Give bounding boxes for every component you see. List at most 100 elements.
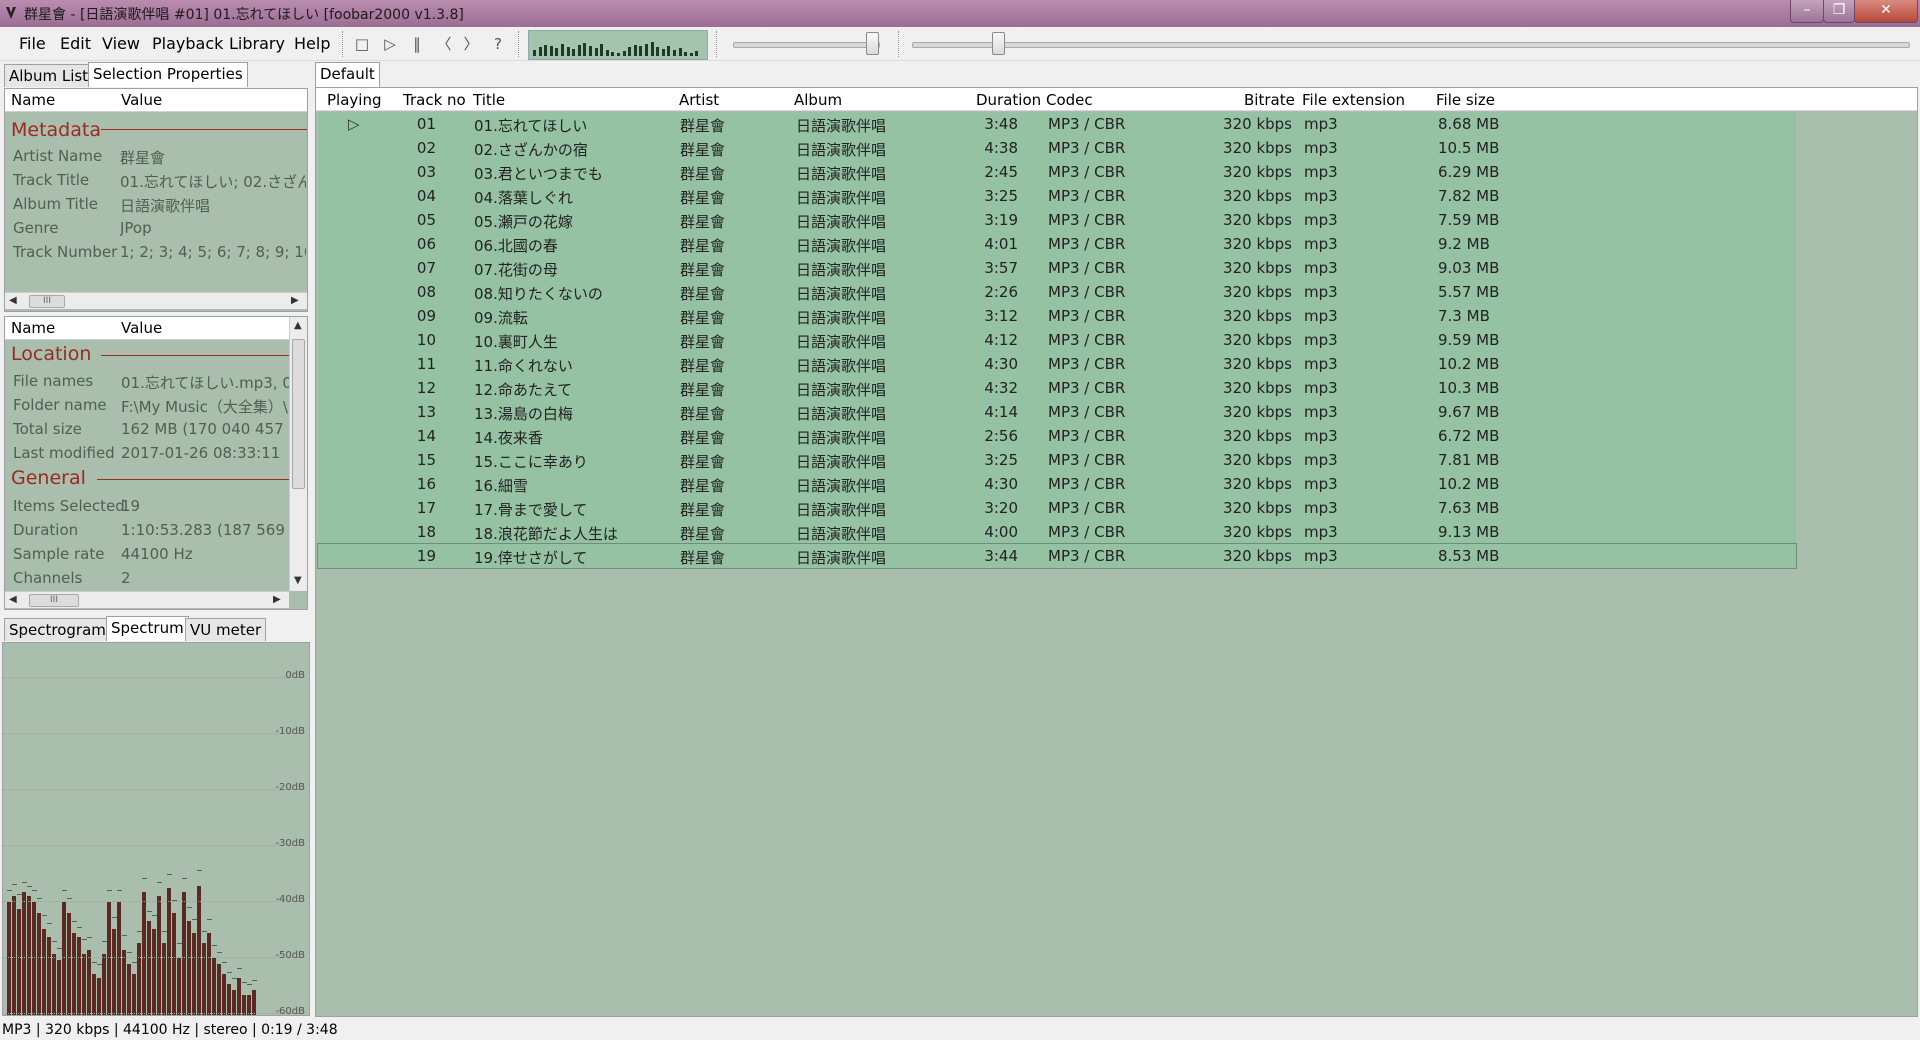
playlist-row[interactable]: 13 13.湯島の白梅 群星會 日語演歌伴唱 4:14 MP3 / CBR 320 kbps… [318,400,1796,424]
playlist-row[interactable]: 15 15.ここに幸あり 群星會 日語演歌伴唱 3:25 MP3 / CBR 320 kbp… [318,448,1796,472]
spectrum-bar [222,974,226,1015]
spectrum-peak [117,890,122,891]
column-header-codec[interactable]: Codec [1046,91,1093,109]
scrollbar-thumb[interactable] [292,339,305,489]
properties-header: Name Value [5,89,307,112]
column-header-album[interactable]: Album [794,91,842,109]
scroll-up-icon[interactable]: ▲ [294,318,302,334]
column-header-artist[interactable]: Artist [679,91,719,109]
cell-album: 日語演歌伴唱 [796,501,887,519]
tab-spectrogram[interactable]: Spectrogram [4,618,111,641]
menu-library[interactable]: Library [229,34,285,53]
playlist-row[interactable]: 06 06.北國の春 群星會 日語演歌伴唱 4:01 MP3 / CBR 320 kbps m… [318,232,1796,256]
spectrum-bar [192,933,196,1015]
horizontal-scrollbar[interactable]: ◀ III ▶ [5,292,307,309]
playlist-row[interactable]: 17 17.骨まで愛して 群星會 日語演歌伴唱 3:20 MP3 / CBR 320 kbp… [318,496,1796,520]
scrollbar-thumb[interactable]: III [29,295,65,308]
minimize-button[interactable]: – [1790,0,1824,23]
stop-button[interactable]: □ [353,35,371,53]
maximize-button[interactable]: ❐ [1823,0,1855,23]
menu-view[interactable]: View [102,34,140,53]
playlist-row[interactable]: 18 18.浪花節だよ人生は 群星會 日語演歌伴唱 4:00 MP3 / CBR 320 k… [318,520,1796,544]
cell-artist: 群星會 [680,549,726,567]
cell-album: 日語演歌伴唱 [796,141,887,159]
metadata-properties-panel[interactable]: Name Value Metadata Artist Name 群星會 Trac… [4,88,308,312]
cell-album: 日語演歌伴唱 [796,405,887,423]
menu-playback[interactable]: Playback [152,34,223,53]
cell-codec: MP3 / CBR [1048,355,1126,373]
scrollbar-thumb[interactable]: III [29,594,79,607]
tab-vu-meter[interactable]: VU meter [185,618,267,641]
close-button[interactable]: ✕ [1854,0,1918,23]
spectrum-bar [227,984,231,1015]
playlist-row[interactable]: 09 09.流転 群星會 日語演歌伴唱 3:12 MP3 / CBR 320 kbps mp3… [318,304,1796,328]
column-header-title[interactable]: Title [473,91,505,109]
playlist-row[interactable]: 08 08.知りたくないの 群星會 日語演歌伴唱 2:26 MP3 / CBR 320 kb… [318,280,1796,304]
cell-bitrate: 320 kbps [1223,187,1292,205]
spectrum-bar [52,954,56,1015]
column-header-file-size[interactable]: File size [1436,91,1495,109]
tab-default-playlist[interactable]: Default [315,62,380,87]
name-column-header[interactable]: Name [11,91,55,109]
menu-file[interactable]: File [19,34,46,53]
value-column-header[interactable]: Value [121,91,162,109]
scroll-down-icon[interactable]: ▼ [294,573,302,589]
location-properties-panel[interactable]: Name Value Location File names 01.忘れてほしい… [4,316,308,610]
db-label: -60dB [275,1006,305,1016]
playlist-row[interactable]: 16 16.細雪 群星會 日語演歌伴唱 4:30 MP3 / CBR 320 kbps mp3… [318,472,1796,496]
spectrum-bar [212,958,216,1015]
column-header-bitrate[interactable]: Bitrate [1244,91,1295,109]
cell-duration: 3:57 [984,259,1018,277]
spectrum-bar [112,929,116,1015]
play-button[interactable]: ▷ [381,35,399,53]
spectrum-bar [177,958,181,1015]
pause-button[interactable]: ‖ [408,35,426,53]
playlist-row[interactable]: 03 03.君といつまでも 群星會 日語演歌伴唱 2:45 MP3 / CBR 320 kb… [318,160,1796,184]
playlist-view[interactable]: Playing Track no Title Artist Album Dura… [315,87,1918,1017]
playlist-row[interactable]: 19 19.倖せさがして 群星會 日語演歌伴唱 3:44 MP3 / CBR 320 kbp… [317,543,1797,569]
spectrum-gridline [3,845,303,846]
next-icon: 〉 [463,35,479,53]
scroll-right-icon[interactable]: ▶ [291,293,299,309]
playlist-row[interactable]: 02 02.さざんかの宿 群星會 日語演歌伴唱 4:38 MP3 / CBR 320 kbp… [318,136,1796,160]
value-column-header[interactable]: Value [121,319,162,337]
volume-slider-thumb[interactable] [866,32,879,55]
vertical-scrollbar[interactable]: ▲ ▼ [289,317,307,591]
menu-edit[interactable]: Edit [60,34,91,53]
column-header-track-no[interactable]: Track no [403,91,466,109]
playlist-row[interactable]: 10 10.裏町人生 群星會 日語演歌伴唱 4:12 MP3 / CBR 320 kbps m… [318,328,1796,352]
seek-bar-thumb[interactable] [992,32,1005,55]
tab-spectrum[interactable]: Spectrum [106,616,189,641]
seek-bar[interactable] [912,42,1910,48]
scroll-left-icon[interactable]: ◀ [9,293,17,309]
cell-no: 09 [416,307,436,325]
tab-selection-properties[interactable]: Selection Properties [88,62,248,87]
random-button[interactable]: ? [489,35,507,53]
playlist-row[interactable]: 05 05.瀬戸の花嫁 群星會 日語演歌伴唱 3:19 MP3 / CBR 320 kbps… [318,208,1796,232]
tab-album-list[interactable]: Album List [4,64,94,87]
cell-ext: mp3 [1304,187,1338,205]
scroll-right-icon[interactable]: ▶ [273,592,281,608]
cell-artist: 群星會 [680,453,726,471]
scroll-left-icon[interactable]: ◀ [9,592,17,608]
playlist-row[interactable]: ▷ 01 01.忘れてほしい 群星會 日語演歌伴唱 3:48 MP3 / CBR 320 kb… [318,112,1796,136]
mini-visualiser-bar [667,46,671,56]
random-icon: ? [494,35,502,53]
next-button[interactable]: 〉 [462,35,480,53]
horizontal-scrollbar[interactable]: ◀ III ▶ [5,591,289,608]
title-bar[interactable]: 群星會 - [日語演歌伴唱 #01] 01.忘れてほしい [foobar2000… [0,0,1920,27]
spectrum-bar [122,950,126,1015]
spectrum-bar [127,964,131,1015]
column-header-duration[interactable]: Duration [976,91,1041,109]
playlist-row[interactable]: 07 07.花街の母 群星會 日語演歌伴唱 3:57 MP3 / CBR 320 kbps m… [318,256,1796,280]
playlist-row[interactable]: 11 11.命くれない 群星會 日語演歌伴唱 4:30 MP3 / CBR 320 kbps… [318,352,1796,376]
playlist-row[interactable]: 14 14.夜来香 群星會 日語演歌伴唱 2:56 MP3 / CBR 320 kbps mp… [318,424,1796,448]
column-header-file-extension[interactable]: File extension [1302,91,1405,109]
playlist-row[interactable]: 04 04.落葉しぐれ 群星會 日語演歌伴唱 3:25 MP3 / CBR 320 kbps… [318,184,1796,208]
column-header-playing[interactable]: Playing [327,91,381,109]
name-column-header[interactable]: Name [11,319,55,337]
volume-slider[interactable] [733,42,880,48]
menu-help[interactable]: Help [294,34,330,53]
previous-button[interactable]: 〈 [435,35,453,53]
playlist-row[interactable]: 12 12.命あたえて 群星會 日語演歌伴唱 4:32 MP3 / CBR 320 kbps… [318,376,1796,400]
